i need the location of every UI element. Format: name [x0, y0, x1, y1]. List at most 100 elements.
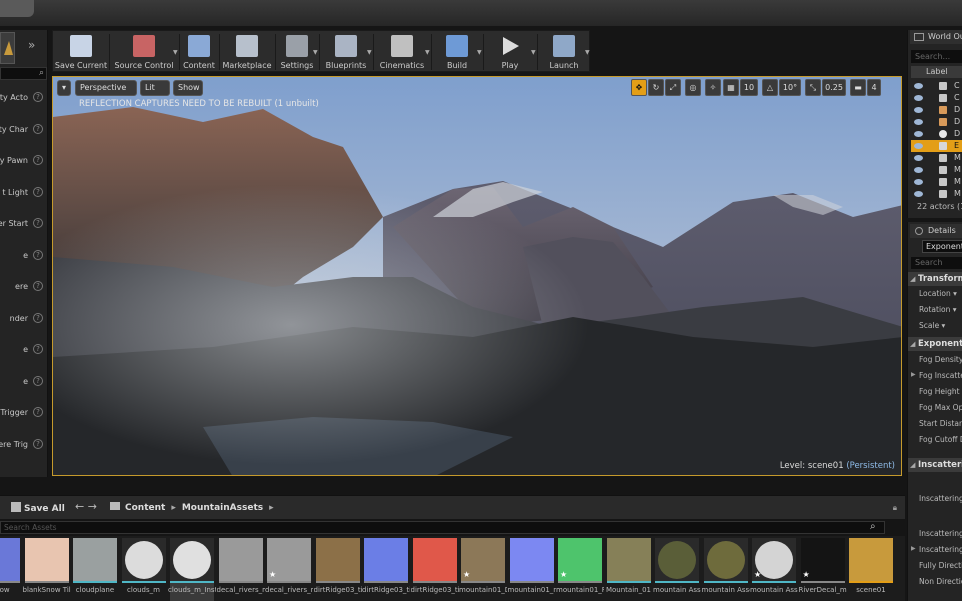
details-search-input[interactable]: Search [911, 257, 962, 269]
lit-button[interactable]: Lit [140, 80, 170, 96]
inscattering-property[interactable]: Inscattering C [919, 529, 962, 538]
visibility-eye-icon[interactable] [914, 107, 923, 113]
place-actor-item[interactable]: nder? [0, 312, 47, 328]
asset-tile[interactable]: mountain Assets_m ★ [750, 538, 798, 601]
breadcrumb-content[interactable]: Content [125, 503, 165, 513]
place-mode-icon[interactable] [0, 32, 15, 64]
outliner-label-column[interactable]: Label [911, 66, 962, 78]
fog-property[interactable]: Fog Cutoff Di [919, 435, 962, 444]
asset-tile[interactable]: dirtRidge03_tile_norm [362, 538, 410, 601]
perspective-button[interactable]: Perspective [75, 80, 137, 96]
place-actor-item[interactable]: e? [0, 343, 47, 359]
place-actor-item[interactable]: ere? [0, 280, 47, 296]
outliner-row[interactable]: M [911, 152, 962, 164]
visibility-eye-icon[interactable] [914, 143, 923, 149]
fog-section[interactable]: ◢ Exponential [908, 337, 962, 351]
outliner-row[interactable]: E [911, 140, 962, 152]
outliner-row[interactable]: M [911, 164, 962, 176]
scale-tool-button[interactable]: ⤢ [665, 79, 681, 96]
help-icon[interactable]: ? [33, 186, 43, 197]
save-current-button[interactable]: Save Current [53, 31, 109, 73]
source-control-button[interactable]: Source Control [109, 31, 179, 73]
details-tab[interactable]: Details [910, 224, 962, 238]
asset-tile[interactable]: dirtRidge03_tile_D [314, 538, 362, 601]
dropdown-arrow-icon[interactable]: ▼ [477, 49, 482, 56]
outliner-row[interactable]: D [911, 104, 962, 116]
dropdown-arrow-icon[interactable]: ▼ [173, 49, 178, 56]
visibility-eye-icon[interactable] [914, 155, 923, 161]
asset-tile[interactable]: hadow [0, 538, 20, 601]
lock-icon[interactable]: 🔒︎ [893, 503, 897, 513]
visibility-eye-icon[interactable] [914, 95, 923, 101]
level-tab[interactable] [0, 0, 34, 17]
expand-icon[interactable]: ▶ [911, 545, 916, 552]
outliner-row[interactable]: M [911, 176, 962, 188]
rotation-snap-value[interactable]: 10° [779, 79, 801, 96]
asset-tile[interactable]: scene01 [849, 538, 893, 601]
asset-tile[interactable]: Mountain_01 [606, 538, 651, 601]
camera-speed-value[interactable]: 4 [867, 79, 881, 96]
visibility-eye-icon[interactable] [914, 131, 923, 137]
inscattering-property[interactable]: Non Direction [919, 577, 962, 586]
camera-speed-icon[interactable]: ▬ [850, 79, 866, 96]
outliner-search-input[interactable]: Search... [911, 50, 962, 63]
help-icon[interactable]: ? [33, 123, 43, 134]
place-actor-item[interactable]: ty Pawn? [0, 154, 47, 170]
help-icon[interactable]: ? [33, 312, 43, 323]
help-icon[interactable]: ? [33, 218, 43, 228]
launch-button[interactable]: Launch [537, 31, 591, 73]
visibility-eye-icon[interactable] [914, 119, 923, 125]
transform-section[interactable]: ◢ Transform [908, 272, 962, 286]
help-icon[interactable]: ? [33, 344, 43, 354]
fog-property[interactable]: Fog Height Fa [919, 387, 962, 396]
outliner-row[interactable]: D [911, 116, 962, 128]
outliner-row[interactable]: M [911, 188, 962, 200]
object-name-field[interactable]: Exponential [922, 240, 962, 253]
grid-snap-value[interactable]: 10 [740, 79, 758, 96]
help-icon[interactable]: ? [33, 438, 43, 449]
asset-tile[interactable]: mountain01_D ★ [459, 538, 507, 601]
save-all-button[interactable]: Save All [11, 502, 65, 514]
scale-property[interactable]: Scale ▾ [919, 321, 945, 330]
inscattering-property[interactable]: Fully Direction [919, 561, 962, 570]
fog-property[interactable]: Fog Max Opa [919, 403, 962, 412]
surface-snap-icon[interactable]: ✧ [705, 79, 721, 96]
blueprints-button[interactable]: Blueprints [319, 31, 373, 73]
rotation-property[interactable]: Rotation ▾ [919, 305, 957, 314]
dropdown-arrow-icon[interactable]: ▼ [585, 49, 590, 56]
scale-snap-value[interactable]: 0.25 [822, 79, 846, 96]
place-actor-item[interactable]: e? [0, 249, 47, 265]
marketplace-button[interactable]: Marketplace [219, 31, 275, 73]
place-actor-item[interactable]: t Light? [0, 186, 47, 202]
asset-tile[interactable]: mountain Assets_m [702, 538, 750, 601]
asset-tile[interactable]: blankSnow Tile01_BCR [23, 538, 71, 601]
asset-tile[interactable]: mountain Assets_m [653, 538, 701, 601]
location-property[interactable]: Location ▾ [919, 289, 957, 298]
rotation-snap-icon[interactable]: △ [762, 79, 778, 96]
fog-property[interactable]: Start Distanc [919, 419, 962, 428]
world-outliner-tab[interactable]: World Outliner [910, 30, 962, 44]
breadcrumb-separator-icon[interactable]: ▸ [171, 503, 176, 513]
help-icon[interactable]: ? [33, 281, 43, 291]
visibility-eye-icon[interactable] [914, 83, 923, 89]
place-search-input[interactable]: ⌕ [0, 67, 47, 80]
asset-tile[interactable]: clouds_m [121, 538, 166, 601]
visibility-eye-icon[interactable] [914, 191, 923, 197]
help-icon[interactable]: ? [33, 92, 43, 102]
dropdown-arrow-icon[interactable]: ▼ [531, 49, 536, 56]
fog-property[interactable]: ▶Fog Inscatter [911, 371, 962, 380]
visibility-eye-icon[interactable] [914, 167, 923, 173]
level-viewport[interactable]: ▾ Perspective Lit Show REFLECTION CAPTUR… [52, 76, 902, 476]
world-space-icon[interactable]: ◎ [685, 79, 701, 96]
expand-modes-icon[interactable]: » [28, 38, 35, 52]
play-button[interactable]: Play [483, 31, 537, 73]
asset-search-input[interactable]: Search Assets [0, 521, 885, 534]
translate-tool-button[interactable]: ✥ [631, 79, 647, 96]
place-actor-item[interactable]: ty Char? [0, 123, 47, 139]
outliner-row[interactable]: D [911, 128, 962, 140]
dropdown-arrow-icon[interactable]: ▼ [425, 49, 430, 56]
grid-snap-icon[interactable]: ▦ [723, 79, 739, 96]
help-icon[interactable]: ? [33, 407, 43, 417]
build-button[interactable]: Build [431, 31, 483, 73]
asset-tile[interactable]: mountain01_normals [508, 538, 556, 601]
